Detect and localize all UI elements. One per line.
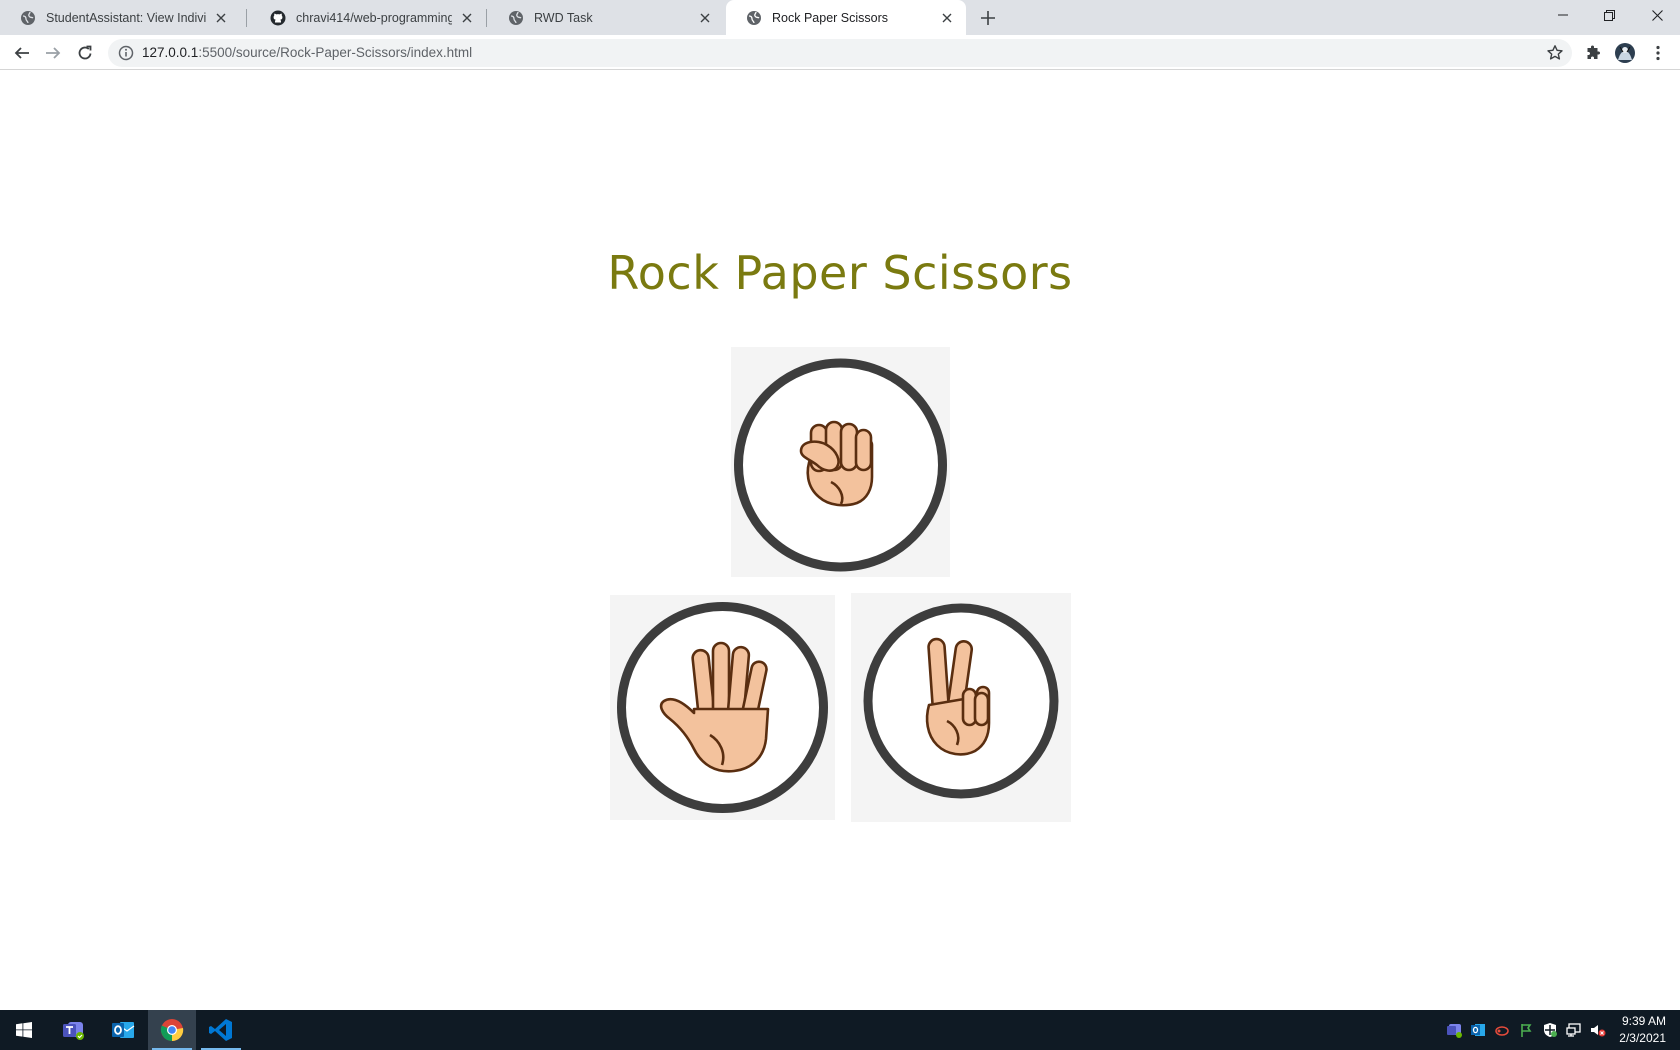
reload-icon xyxy=(78,45,92,60)
tray-teams[interactable] xyxy=(1446,1022,1462,1038)
rock-choice-button[interactable] xyxy=(731,347,950,577)
forward-button[interactable] xyxy=(39,39,67,67)
kebab-menu-icon xyxy=(1656,45,1660,61)
extensions-button[interactable] xyxy=(1583,43,1603,63)
avatar-icon xyxy=(1615,43,1635,63)
teams-icon xyxy=(1447,1024,1462,1038)
volume-muted-icon xyxy=(1591,1025,1606,1037)
paper-hand-icon xyxy=(617,602,828,813)
tray-security[interactable] xyxy=(1542,1022,1558,1038)
arrow-right-icon xyxy=(46,47,61,59)
taskbar-clock[interactable]: 9:39 AM 2/3/2021 xyxy=(1619,1013,1666,1047)
back-button[interactable] xyxy=(8,39,36,67)
windows-logo-icon xyxy=(16,1022,32,1038)
reload-button[interactable] xyxy=(71,39,99,67)
scissors-choice-button[interactable] xyxy=(851,593,1071,822)
vscode-icon xyxy=(209,1019,232,1041)
flag-icon xyxy=(1521,1024,1532,1037)
close-window-button[interactable] xyxy=(1634,0,1680,30)
address-bar[interactable]: 127.0.0.1:5500/source/Rock-Paper-Scissor… xyxy=(108,39,1572,67)
url-host: 127.0.0.1 xyxy=(142,45,199,60)
tab-title: chravi414/web-programming xyxy=(296,10,452,25)
tab-title: Rock Paper Scissors xyxy=(772,10,889,25)
restore-button[interactable] xyxy=(1586,0,1632,30)
restore-icon xyxy=(1603,9,1615,21)
new-tab-button[interactable] xyxy=(976,6,1000,30)
plus-icon xyxy=(981,11,995,25)
shield-icon xyxy=(1544,1023,1557,1037)
globe-icon xyxy=(21,10,35,25)
outlook-icon xyxy=(112,1022,135,1038)
close-tab-icon[interactable] xyxy=(696,9,714,27)
minimize-button[interactable] xyxy=(1540,0,1586,30)
clock-time: 9:39 AM xyxy=(1621,1014,1666,1028)
close-icon xyxy=(1651,9,1663,21)
taskbar-chrome[interactable] xyxy=(148,1010,196,1050)
outlook-icon xyxy=(1471,1024,1485,1036)
globe-icon xyxy=(509,10,523,25)
globe-icon xyxy=(747,10,761,25)
tab-rock-paper-scissors[interactable]: Rock Paper Scissors xyxy=(726,0,966,35)
browser-toolbar: 127.0.0.1:5500/source/Rock-Paper-Scissor… xyxy=(0,35,1680,70)
puzzle-icon xyxy=(1587,45,1601,59)
browser-tab-strip: StudentAssistant: View Individual chravi… xyxy=(0,0,1680,35)
start-button[interactable] xyxy=(0,1010,48,1050)
tray-volume[interactable] xyxy=(1590,1022,1606,1038)
cloud-sync-icon xyxy=(1495,1026,1509,1036)
tray-outlook[interactable] xyxy=(1470,1022,1486,1038)
tab-divider xyxy=(246,9,247,27)
clock-date: 2/3/2021 xyxy=(1619,1031,1666,1045)
tab-student-assistant[interactable]: StudentAssistant: View Individual xyxy=(0,0,240,35)
tab-divider xyxy=(486,9,487,27)
tray-network[interactable] xyxy=(1566,1022,1582,1038)
page-title: Rock Paper Scissors xyxy=(607,246,1073,300)
url-text[interactable]: 127.0.0.1:5500/source/Rock-Paper-Scissor… xyxy=(142,45,472,60)
tab-title: RWD Task xyxy=(534,10,593,25)
teams-icon xyxy=(63,1022,84,1040)
taskbar-outlook[interactable] xyxy=(99,1010,147,1050)
bookmark-star-icon[interactable] xyxy=(1546,44,1564,62)
arrow-left-icon xyxy=(14,47,29,59)
tab-title: StudentAssistant: View Individual xyxy=(46,10,206,25)
info-icon[interactable] xyxy=(118,45,134,61)
chrome-icon xyxy=(160,1019,184,1042)
tab-web-programming[interactable]: chravi414/web-programming xyxy=(250,0,486,35)
tray-flag[interactable] xyxy=(1518,1022,1534,1038)
paper-choice-button[interactable] xyxy=(610,595,835,820)
minimize-icon xyxy=(1558,14,1568,16)
windows-taskbar: 9:39 AM 2/3/2021 xyxy=(0,1010,1680,1050)
tab-rwd-task[interactable]: RWD Task xyxy=(488,0,724,35)
browser-menu-button[interactable] xyxy=(1648,43,1668,63)
url-path: :5500/source/Rock-Paper-Scissors/index.h… xyxy=(198,45,473,60)
taskbar-vscode[interactable] xyxy=(197,1010,245,1050)
close-tab-icon[interactable] xyxy=(938,9,956,27)
github-icon xyxy=(270,10,286,25)
taskbar-teams[interactable] xyxy=(50,1010,98,1050)
profile-avatar[interactable] xyxy=(1615,43,1635,63)
close-tab-icon[interactable] xyxy=(212,9,230,27)
tray-cloud[interactable] xyxy=(1494,1022,1510,1038)
close-tab-icon[interactable] xyxy=(458,9,476,27)
scissors-hand-icon xyxy=(863,603,1059,799)
rock-fist-icon xyxy=(734,358,947,572)
network-icon xyxy=(1566,1023,1581,1037)
